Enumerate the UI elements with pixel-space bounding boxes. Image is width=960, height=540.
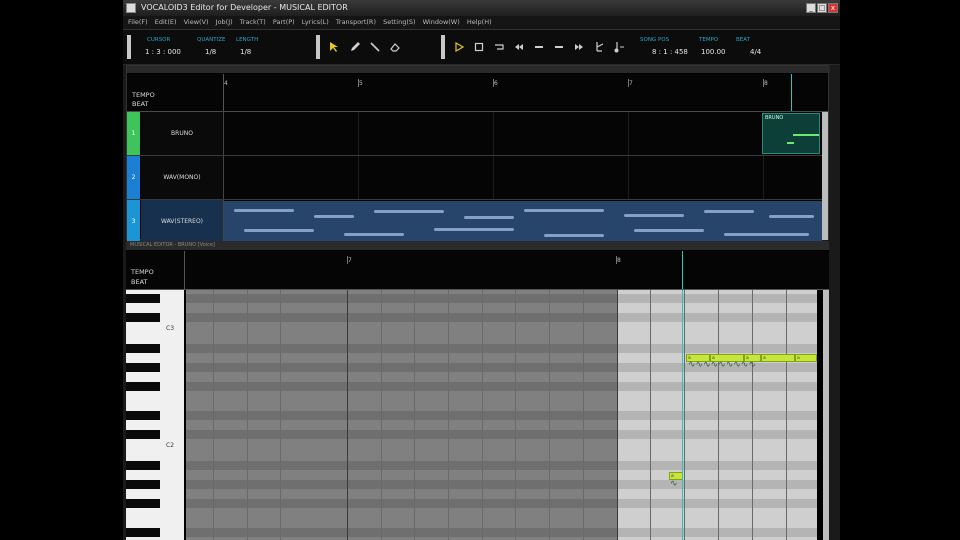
note[interactable]: a	[795, 354, 817, 362]
beat-row-label: BEAT	[132, 100, 149, 108]
piano-keyboard[interactable]: C3 C2	[126, 290, 184, 540]
toolbar-grip[interactable]	[316, 35, 320, 59]
menu-help[interactable]: Help(H)	[467, 16, 492, 29]
musical-editor: MUSICAL EDITOR - BRUNO [Voice] TEMPO BEA…	[126, 241, 829, 540]
length-select[interactable]: 1/8	[240, 48, 251, 56]
beat-row-label: BEAT	[131, 278, 148, 286]
vibrato-curve-icon: ∿	[670, 479, 678, 489]
quantize-select[interactable]: 1/8	[205, 48, 216, 56]
track-name-wav-mono[interactable]: WAV(MONO)	[141, 156, 224, 199]
track-ruler[interactable]: TEMPO BEAT 4 5 6 7 8	[127, 74, 828, 112]
menu-edit[interactable]: Edit(E)	[155, 16, 177, 29]
tempo-row-label: TEMPO	[132, 91, 155, 99]
song-position-marker[interactable]	[682, 251, 683, 289]
menu-part[interactable]: Part(P)	[273, 16, 295, 29]
track-number: 3	[127, 200, 140, 243]
minimize-button[interactable]: _	[806, 3, 816, 13]
key-label-c2: C2	[166, 442, 175, 449]
line-tool-icon[interactable]	[369, 41, 381, 53]
menu-bar: File(F) Edit(E) View(V) Job(J) Track(T) …	[123, 16, 840, 30]
eraser-tool-icon[interactable]	[389, 41, 401, 53]
track-scrollbar[interactable]	[822, 112, 828, 240]
loop-icon[interactable]	[493, 41, 505, 53]
track-row-wav-mono[interactable]: 2 WAV(MONO)	[127, 156, 828, 200]
beat-value[interactable]: 4/4	[750, 48, 761, 56]
pencil-tool-icon[interactable]	[349, 41, 361, 53]
vocaloid-window: VOCALOID3 Editor for Developer - MUSICAL…	[123, 0, 840, 540]
track-view-header	[127, 66, 830, 73]
track-number: 1	[127, 112, 140, 155]
song-pos-value: 8 : 1 : 458	[652, 48, 688, 56]
back-icon[interactable]	[533, 41, 545, 53]
track-lane[interactable]	[224, 200, 822, 243]
menu-transport[interactable]: Transport(R)	[336, 16, 376, 29]
arrow-tool-icon[interactable]	[328, 41, 340, 53]
menu-view[interactable]: View(V)	[184, 16, 209, 29]
vocal-part[interactable]: BRUNO	[762, 113, 820, 154]
key-label-c3: C3	[166, 325, 175, 332]
beat-label: BEAT	[736, 37, 750, 43]
bar-number: 8	[764, 80, 768, 87]
playhead[interactable]	[682, 290, 683, 540]
window-title: VOCALOID3 Editor for Developer - MUSICAL…	[141, 3, 348, 12]
bar-number: 4	[224, 80, 228, 87]
musical-editor-header: MUSICAL EDITOR - BRUNO [Voice]	[126, 241, 829, 250]
menu-job[interactable]: Job(J)	[216, 16, 233, 29]
note[interactable]: a	[761, 354, 795, 362]
track-view: TEMPO BEAT 4 5 6 7 8 1 BRUNO BRUNO 2 WAV…	[126, 65, 830, 244]
track-name-bruno[interactable]: BRUNO	[141, 112, 224, 155]
cursor-label: CURSOR	[147, 37, 171, 43]
menu-lyrics[interactable]: Lyrics(L)	[302, 16, 329, 29]
bar-number: 7	[348, 257, 352, 264]
song-pos-label: SONG POS	[640, 37, 670, 43]
play-icon[interactable]	[453, 41, 465, 53]
toolbar-grip[interactable]	[127, 35, 131, 59]
close-button[interactable]: x	[828, 3, 838, 13]
piano-roll-ruler[interactable]: TEMPO BEAT 7 8	[126, 251, 829, 290]
tempo-value[interactable]: 100.00	[701, 48, 726, 56]
toolbar: CURSOR 1 : 3 : 000 QUANTIZE 1/8 LENGTH 1…	[123, 30, 840, 65]
track-row-wav-stereo[interactable]: 3 WAV(STEREO)	[127, 200, 828, 244]
track-number: 2	[127, 156, 140, 199]
toolbar-grip[interactable]	[441, 35, 445, 59]
menu-file[interactable]: File(F)	[128, 16, 148, 29]
app-icon	[126, 3, 136, 13]
forward-icon[interactable]	[553, 41, 565, 53]
maximize-button[interactable]: □	[817, 3, 827, 13]
piano-roll-grid[interactable]: a a a a a ∿∿∿∿∿∿∿∿∿ a ∿	[186, 290, 817, 540]
track-name-wav-stereo[interactable]: WAV(STEREO)	[141, 200, 224, 243]
tempo-label: TEMPO	[699, 37, 719, 43]
metronome-icon[interactable]	[593, 41, 605, 53]
track-lane[interactable]: BRUNO	[224, 112, 822, 155]
rewind-icon[interactable]	[513, 41, 525, 53]
vocal-part-label: BRUNO	[765, 115, 784, 121]
track-lane[interactable]	[224, 156, 822, 199]
menu-window[interactable]: Window(W)	[423, 16, 460, 29]
piano-roll-scrollbar[interactable]	[823, 290, 829, 540]
fast-forward-icon[interactable]	[573, 41, 585, 53]
stop-icon[interactable]	[473, 41, 485, 53]
title-bar: VOCALOID3 Editor for Developer - MUSICAL…	[123, 0, 840, 16]
menu-track[interactable]: Track(T)	[240, 16, 266, 29]
menu-setting[interactable]: Setting(S)	[383, 16, 415, 29]
bar-number: 5	[359, 80, 363, 87]
audio-waveform[interactable]	[224, 201, 822, 242]
cursor-value: 1 : 3 : 000	[145, 48, 181, 56]
bar-number: 7	[629, 80, 633, 87]
song-position-marker[interactable]	[791, 74, 792, 111]
vibrato-curve-icon: ∿∿∿∿∿∿∿∿∿	[688, 360, 756, 370]
note-icon[interactable]	[613, 41, 625, 53]
track-row-bruno[interactable]: 1 BRUNO BRUNO	[127, 112, 828, 156]
bar-number: 6	[494, 80, 498, 87]
tempo-row-label: TEMPO	[131, 268, 154, 276]
quantize-label: QUANTIZE	[197, 37, 226, 43]
length-label: LENGTH	[236, 37, 259, 43]
bar-number: 8	[617, 257, 621, 264]
